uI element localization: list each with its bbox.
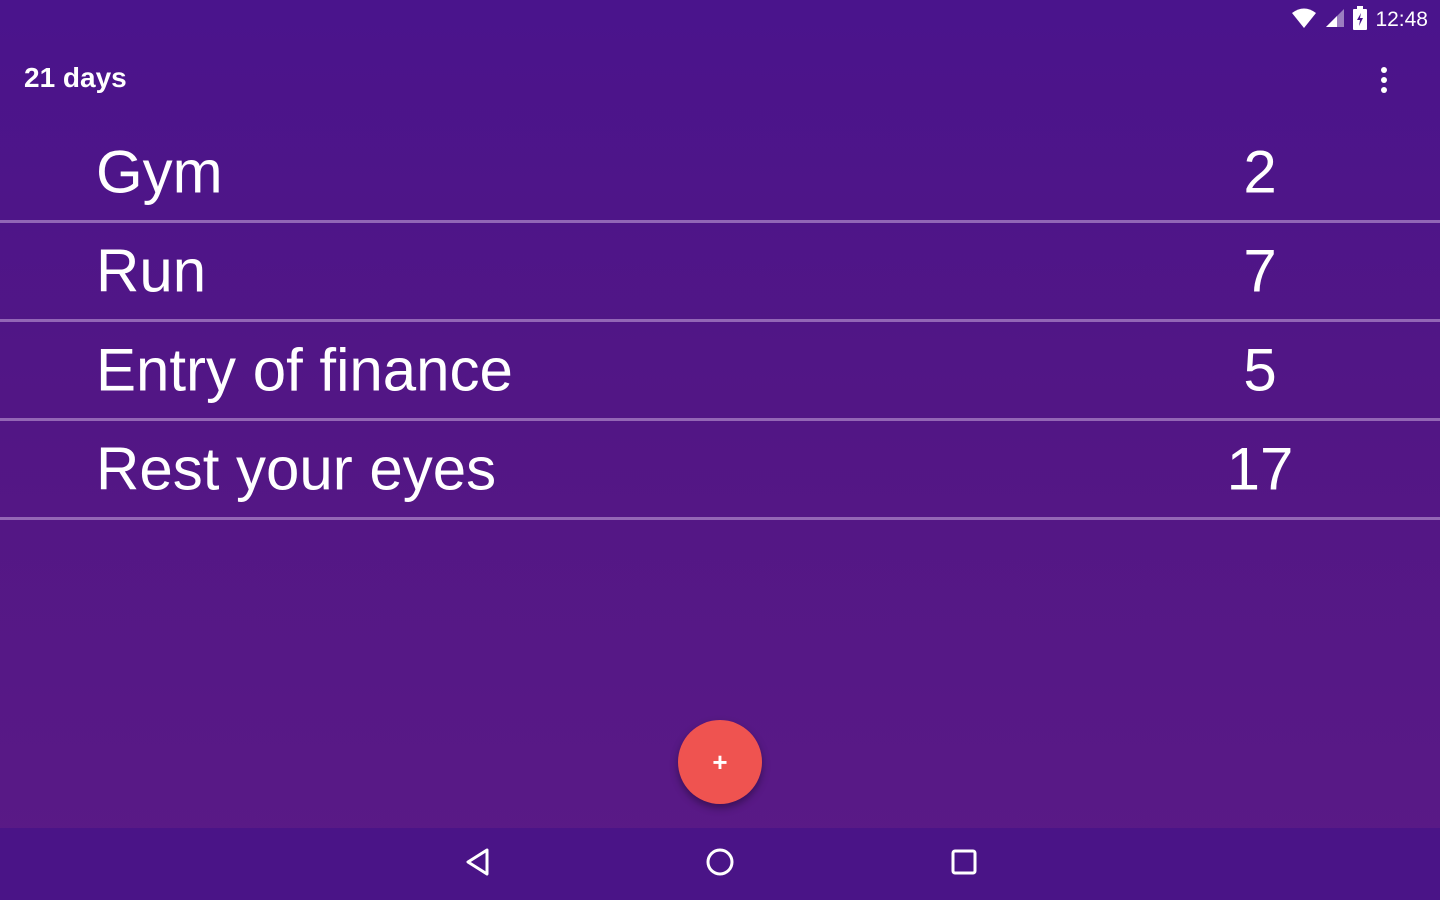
app-title: 21 days [24, 62, 127, 93]
habit-name: Gym [96, 138, 223, 206]
overflow-menu-icon [1380, 66, 1388, 99]
battery-icon [1353, 5, 1368, 35]
habit-count: 5 [1243, 336, 1277, 404]
habit-row[interactable]: Run 7 [0, 223, 1440, 322]
recents-icon [949, 847, 979, 882]
home-icon [705, 847, 735, 882]
habit-row[interactable]: Rest your eyes 17 [0, 421, 1440, 520]
habit-row[interactable]: Gym 2 [0, 124, 1440, 223]
plus-icon: + [712, 747, 728, 777]
habit-count: 2 [1243, 138, 1277, 206]
back-icon [463, 847, 493, 882]
status-icons: 12:48 [1291, 5, 1428, 35]
add-habit-button[interactable]: + [678, 720, 762, 804]
cellular-signal-icon [1325, 8, 1345, 33]
app-screen: 12:48 21 days Gym 2 Run 7 Entry of finan… [0, 0, 1440, 900]
habit-count: 7 [1243, 237, 1277, 305]
app-bar: 21 days [0, 40, 1440, 124]
navigation-bar [0, 828, 1440, 900]
habit-count: 17 [1226, 435, 1294, 503]
status-time: 12:48 [1375, 8, 1428, 31]
habit-name: Rest your eyes [96, 435, 497, 503]
overflow-menu-button[interactable] [1368, 64, 1400, 100]
recents-button[interactable] [940, 840, 988, 888]
back-button[interactable] [454, 840, 502, 888]
status-bar: 12:48 [0, 0, 1440, 40]
habit-name: Entry of finance [96, 336, 513, 404]
wifi-icon [1291, 7, 1317, 34]
habit-row[interactable]: Entry of finance 5 [0, 322, 1440, 421]
home-button[interactable] [696, 840, 744, 888]
habit-name: Run [96, 237, 207, 305]
habit-list: Gym 2 Run 7 Entry of finance 5 Rest your… [0, 124, 1440, 520]
